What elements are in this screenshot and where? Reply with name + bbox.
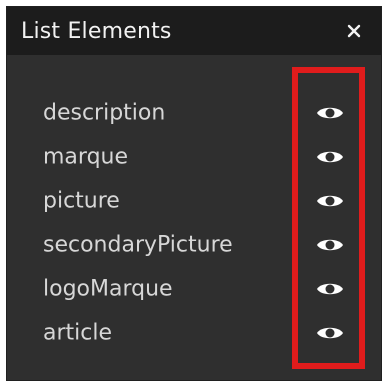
- close-button[interactable]: [341, 18, 367, 44]
- visibility-toggle-marque[interactable]: [315, 146, 345, 168]
- list-elements-panel: List Elements description marque picture…: [6, 6, 382, 381]
- visibility-toggle-picture[interactable]: [315, 190, 345, 212]
- eye-icon: [317, 239, 343, 251]
- list-item-label: description: [43, 100, 166, 126]
- visibility-toggle-logomarque[interactable]: [315, 278, 345, 300]
- close-icon: [347, 24, 361, 38]
- visibility-toggle-secondarypicture[interactable]: [315, 234, 345, 256]
- eye-icon: [317, 195, 343, 207]
- list-item-label: secondaryPicture: [43, 232, 233, 258]
- visibility-toggle-article[interactable]: [315, 322, 345, 344]
- eye-icon: [317, 327, 343, 339]
- list-item-label: article: [43, 320, 113, 346]
- list-item-label: logoMarque: [43, 276, 173, 302]
- list-item-picture: picture: [7, 181, 381, 221]
- list-item-description: description: [7, 93, 381, 133]
- list-item-secondarypicture: secondaryPicture: [7, 225, 381, 265]
- element-list: description marque picture secondaryPict…: [7, 55, 381, 380]
- list-item-marque: marque: [7, 137, 381, 177]
- panel-title: List Elements: [21, 18, 172, 44]
- list-item-label: picture: [43, 188, 120, 214]
- list-item-logomarque: logoMarque: [7, 269, 381, 309]
- eye-icon: [317, 107, 343, 119]
- list-item-article: article: [7, 313, 381, 353]
- panel-title-bar: List Elements: [7, 7, 381, 55]
- list-item-label: marque: [43, 144, 129, 170]
- visibility-toggle-description[interactable]: [315, 102, 345, 124]
- eye-icon: [317, 151, 343, 163]
- eye-icon: [317, 283, 343, 295]
